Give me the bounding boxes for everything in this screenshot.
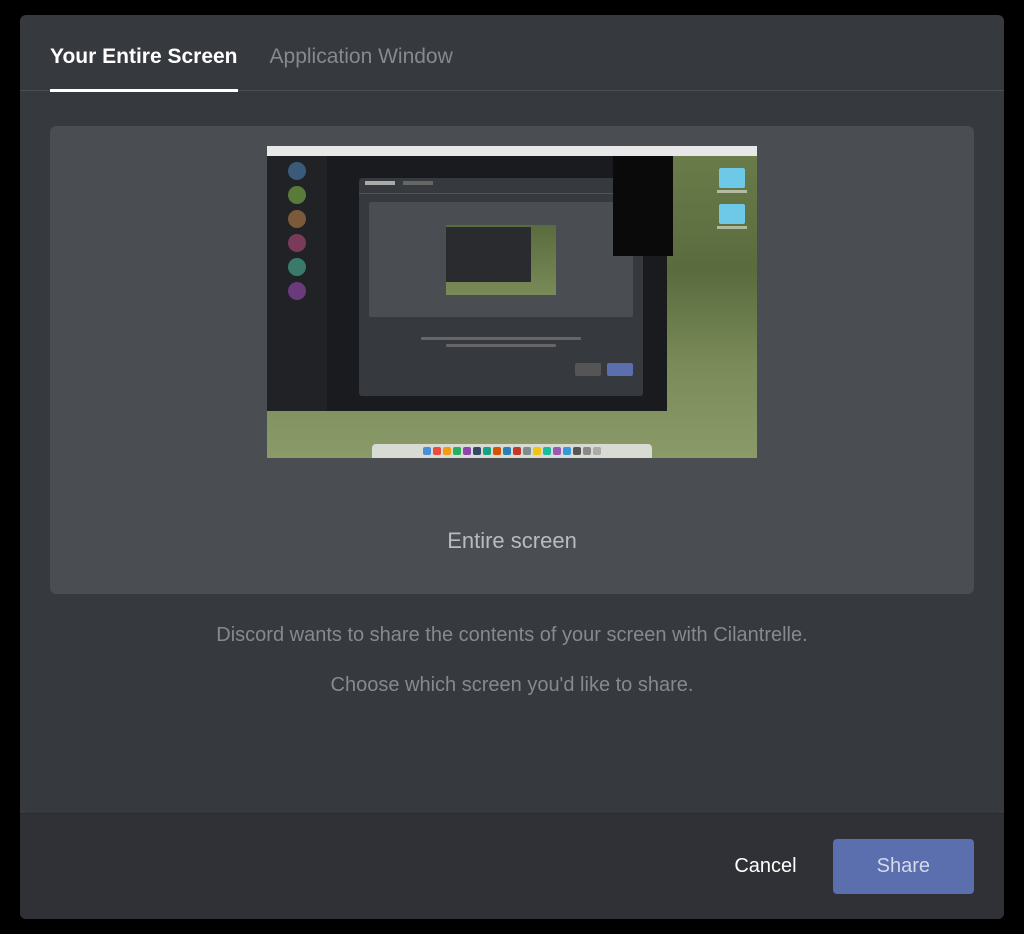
share-button[interactable]: Share bbox=[833, 839, 974, 894]
description-line-2: Choose which screen you'd like to share. bbox=[90, 669, 934, 701]
thumbnail-cancel-button bbox=[575, 363, 601, 376]
thumbnail-recursive-preview bbox=[446, 225, 556, 295]
thumbnail-recursive-inner bbox=[446, 227, 531, 282]
sidebar-avatar-icon bbox=[288, 258, 306, 276]
dock-app-icon bbox=[423, 447, 431, 455]
description-line-1: Discord wants to share the contents of y… bbox=[90, 619, 934, 651]
dock-app-icon bbox=[573, 447, 581, 455]
screen-share-modal: Your Entire Screen Application Window bbox=[20, 15, 1004, 919]
thumbnail-text-line bbox=[446, 344, 556, 347]
thumbnail-share-button bbox=[607, 363, 633, 376]
screen-option-card[interactable]: Entire screen bbox=[50, 126, 974, 594]
modal-content: Entire screen Discord wants to share the… bbox=[20, 91, 1004, 813]
tab-application-window[interactable]: Application Window bbox=[270, 45, 453, 92]
sidebar-avatar-icon bbox=[288, 186, 306, 204]
thumbnail-tab-inactive bbox=[403, 181, 433, 185]
dock-app-icon bbox=[453, 447, 461, 455]
thumbnail-folder-icon bbox=[719, 204, 745, 224]
dock-app-icon bbox=[533, 447, 541, 455]
dock-app-icon bbox=[443, 447, 451, 455]
description-container: Discord wants to share the contents of y… bbox=[50, 594, 974, 719]
tabs-container: Your Entire Screen Application Window bbox=[20, 15, 1004, 91]
thumbnail-tab-active bbox=[365, 181, 395, 185]
modal-footer: Cancel Share bbox=[20, 813, 1004, 919]
thumbnail-text-line bbox=[421, 337, 581, 340]
thumbnail-folder-label bbox=[717, 226, 747, 229]
sidebar-avatar-icon bbox=[288, 282, 306, 300]
screen-option-label: Entire screen bbox=[447, 528, 577, 554]
dock-app-icon bbox=[563, 447, 571, 455]
screen-thumbnail bbox=[267, 146, 757, 458]
dock-app-icon bbox=[493, 447, 501, 455]
sidebar-avatar-icon bbox=[288, 210, 306, 228]
thumbnail-menubar bbox=[267, 146, 757, 156]
thumbnail-tabs bbox=[359, 178, 643, 194]
sidebar-avatar-icon bbox=[288, 234, 306, 252]
dock-app-icon bbox=[473, 447, 481, 455]
dock-app-icon bbox=[483, 447, 491, 455]
thumbnail-sidebar bbox=[267, 156, 327, 411]
thumbnail-right-panel bbox=[613, 156, 673, 256]
thumbnail-nested-card bbox=[369, 202, 633, 317]
dock-app-icon bbox=[463, 447, 471, 455]
thumbnail-nested-modal bbox=[359, 178, 643, 396]
dock-app-icon bbox=[553, 447, 561, 455]
thumbnail-folder-icon bbox=[719, 168, 745, 188]
dock-app-icon bbox=[513, 447, 521, 455]
tab-entire-screen[interactable]: Your Entire Screen bbox=[50, 45, 238, 92]
thumbnail-folder-label bbox=[717, 190, 747, 193]
dock-app-icon bbox=[593, 447, 601, 455]
thumbnail-description bbox=[359, 325, 643, 359]
sidebar-avatar-icon bbox=[288, 162, 306, 180]
dock-app-icon bbox=[523, 447, 531, 455]
dock-app-icon bbox=[543, 447, 551, 455]
thumbnail-app-window bbox=[267, 156, 667, 411]
thumbnail-dock bbox=[372, 444, 652, 458]
dock-app-icon bbox=[503, 447, 511, 455]
cancel-button[interactable]: Cancel bbox=[726, 843, 804, 890]
dock-app-icon bbox=[433, 447, 441, 455]
dock-app-icon bbox=[583, 447, 591, 455]
thumbnail-footer bbox=[359, 359, 643, 380]
